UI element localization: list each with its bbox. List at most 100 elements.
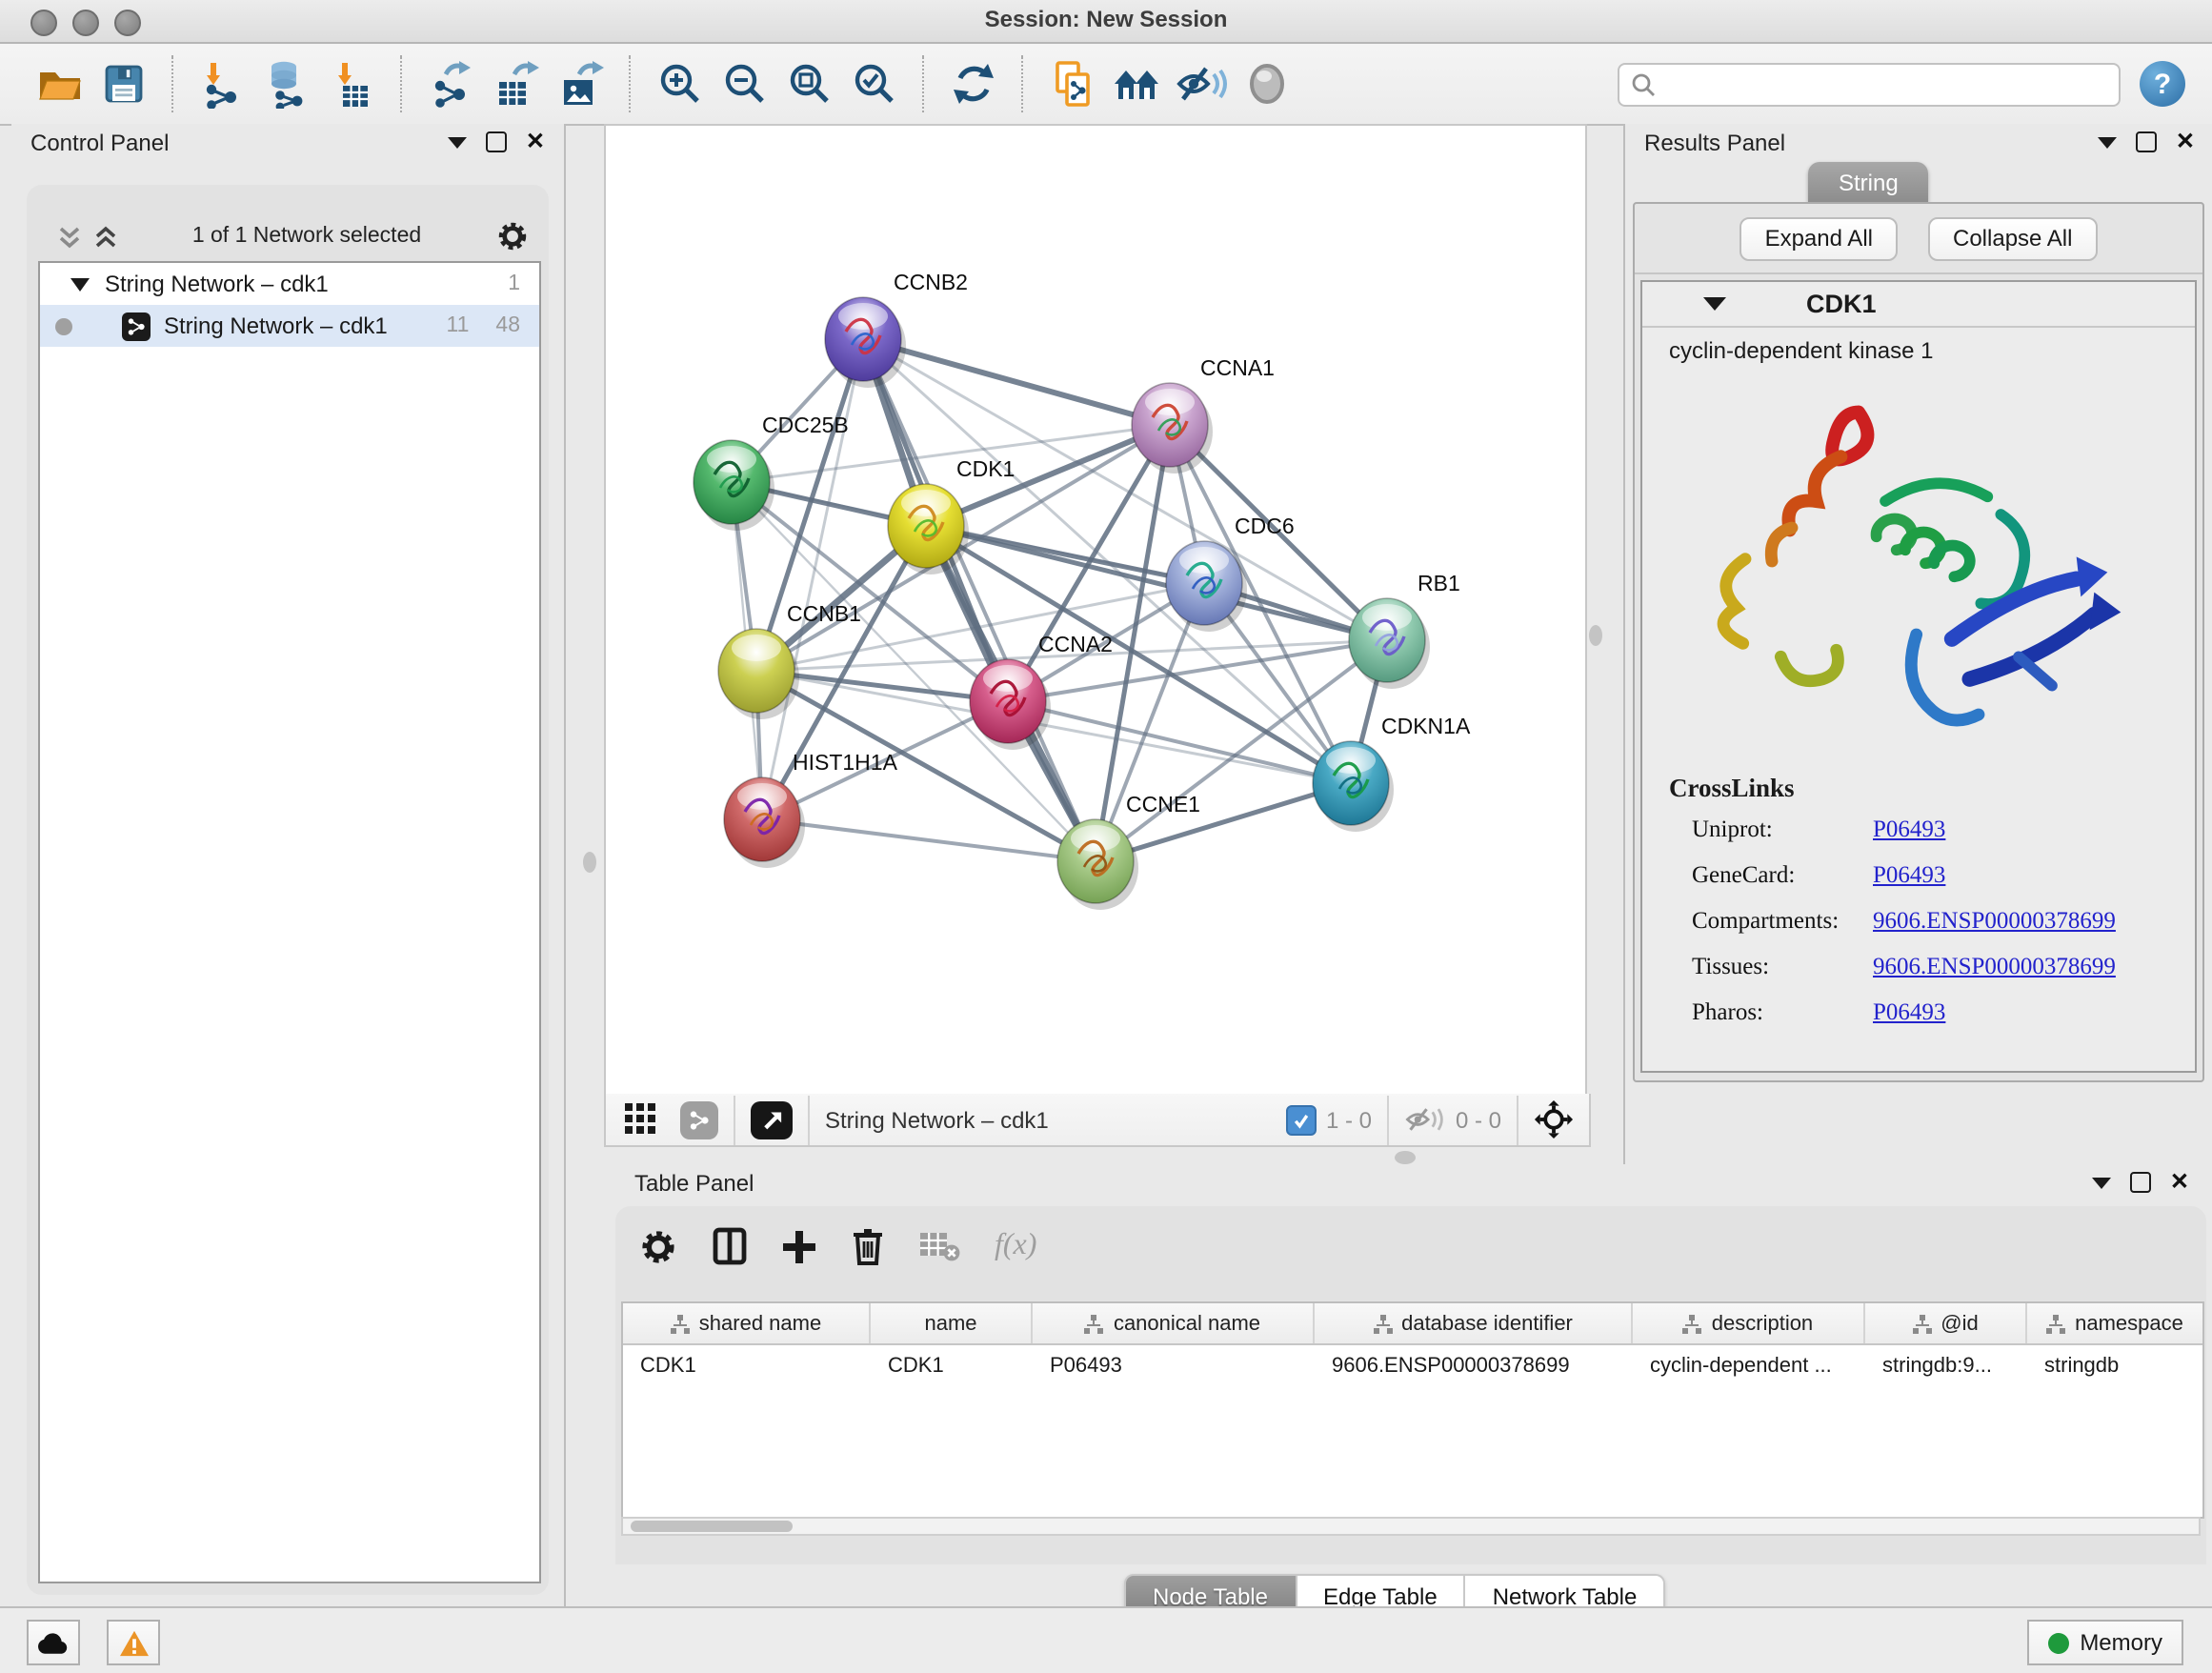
- column-header-namespace[interactable]: namespace: [2027, 1303, 2204, 1343]
- show-all-eye-icon[interactable]: [1240, 55, 1294, 112]
- network-node-CCNE1[interactable]: CCNE1: [1057, 792, 1200, 910]
- network-list-toolbar: 1 of 1 Network selected: [38, 215, 537, 257]
- network-node-HIST1H1A[interactable]: HIST1H1A: [724, 750, 898, 868]
- toolbar-separator: [629, 55, 633, 112]
- network-edge-CCNB2-HIST1H1A[interactable]: [762, 339, 863, 819]
- network-options-gear-icon[interactable]: [495, 219, 530, 253]
- close-panel-icon[interactable]: ✕: [2176, 133, 2195, 151]
- float-panel-icon[interactable]: [2136, 131, 2157, 152]
- protein-section-header[interactable]: CDK1: [1642, 282, 2195, 328]
- save-session-icon[interactable]: [97, 55, 151, 112]
- crosslink-link[interactable]: 9606.ENSP00000378699: [1873, 953, 2116, 981]
- column-header-database-identifier[interactable]: database identifier: [1315, 1303, 1633, 1343]
- delete-table-icon[interactable]: [918, 1229, 960, 1263]
- zoom-selected-icon[interactable]: [848, 55, 901, 112]
- open-in-new-window-icon[interactable]: [751, 1100, 793, 1139]
- pan-crosshair-icon[interactable]: [1534, 1099, 1574, 1139]
- show-columns-icon[interactable]: [713, 1227, 747, 1265]
- import-network-from-file-icon[interactable]: [196, 55, 250, 112]
- crosslink-link[interactable]: P06493: [1873, 998, 1945, 1027]
- delete-column-icon[interactable]: [852, 1227, 884, 1265]
- table-horizontal-scrollbar[interactable]: [621, 1517, 2201, 1536]
- network-edge-HIST1H1A-CCNE1[interactable]: [762, 819, 1096, 861]
- network-collection-row[interactable]: String Network – cdk1 1: [40, 263, 539, 305]
- hide-selected-eye-icon[interactable]: [1176, 55, 1229, 112]
- zoom-in-icon[interactable]: [654, 55, 707, 112]
- table-row[interactable]: CDK1CDK1P064939606.ENSP00000378699cyclin…: [623, 1345, 2202, 1385]
- column-header-canonical-name[interactable]: canonical name: [1033, 1303, 1315, 1343]
- cloud-status-button[interactable]: [27, 1620, 80, 1665]
- close-panel-icon[interactable]: ✕: [2170, 1174, 2189, 1191]
- splitter-handle[interactable]: [1589, 625, 1602, 646]
- table-cell[interactable]: stringdb: [2027, 1354, 2204, 1377]
- collection-name: String Network – cdk1: [105, 271, 508, 297]
- help-icon[interactable]: ?: [2140, 61, 2185, 107]
- collection-expand-icon[interactable]: [70, 277, 90, 291]
- column-header-description[interactable]: description: [1633, 1303, 1865, 1343]
- export-network-icon[interactable]: [425, 55, 478, 112]
- panel-menu-icon[interactable]: [2098, 136, 2117, 148]
- column-header-name[interactable]: name: [871, 1303, 1033, 1343]
- network-node-CCNB2[interactable]: CCNB2: [825, 270, 968, 388]
- table-options-gear-icon[interactable]: [638, 1226, 678, 1266]
- export-image-icon[interactable]: [554, 55, 608, 112]
- crosslink-link[interactable]: 9606.ENSP00000378699: [1873, 907, 2116, 936]
- network-canvas[interactable]: CCNB2CCNA1CDC25BCDK1CDC6RB1CCNB1CCNA2CDK…: [604, 124, 1587, 1098]
- network-node-CDKN1A[interactable]: CDKN1A: [1313, 714, 1471, 832]
- column-header--id[interactable]: @id: [1865, 1303, 2027, 1343]
- crosslink-link[interactable]: P06493: [1873, 861, 1945, 890]
- table-cell[interactable]: P06493: [1033, 1354, 1315, 1377]
- tab-string[interactable]: String: [1808, 162, 1929, 202]
- add-column-icon[interactable]: [781, 1228, 817, 1264]
- crosslink-link[interactable]: P06493: [1873, 816, 1945, 844]
- string-home-icon[interactable]: [1111, 55, 1164, 112]
- collapse-all-icon[interactable]: [57, 224, 82, 249]
- collapse-section-icon[interactable]: [1703, 297, 1726, 311]
- collapse-all-button[interactable]: Collapse All: [1928, 216, 2097, 260]
- memory-button[interactable]: Memory: [2026, 1620, 2183, 1665]
- column-header-shared-name[interactable]: shared name: [623, 1303, 871, 1343]
- shared-column-tree-icon: [1912, 1314, 1931, 1333]
- splitter-handle[interactable]: [1395, 1151, 1416, 1164]
- warnings-button[interactable]: [107, 1620, 160, 1665]
- network-node-RB1[interactable]: RB1: [1349, 571, 1460, 689]
- birdseye-grid-icon[interactable]: [625, 1103, 657, 1136]
- scrollbar-thumb[interactable]: [631, 1521, 793, 1532]
- search-field[interactable]: [1618, 62, 2121, 106]
- table-cell[interactable]: CDK1: [623, 1354, 871, 1377]
- network-node-CCNA1[interactable]: CCNA1: [1132, 355, 1275, 474]
- toolbar-separator: [1517, 1095, 1518, 1144]
- table-cell[interactable]: CDK1: [871, 1354, 1033, 1377]
- selected-checkbox-icon[interactable]: [1286, 1104, 1317, 1135]
- string-network-badge-icon[interactable]: [680, 1100, 718, 1139]
- hidden-eye-icon[interactable]: [1404, 1103, 1446, 1136]
- zoom-fit-content-icon[interactable]: [783, 55, 836, 112]
- refresh-icon[interactable]: [947, 55, 1000, 112]
- panel-menu-icon[interactable]: [2092, 1177, 2111, 1188]
- expand-all-button[interactable]: Expand All: [1740, 216, 1898, 260]
- expand-all-icon[interactable]: [93, 224, 118, 249]
- table-cell[interactable]: 9606.ENSP00000378699: [1315, 1354, 1633, 1377]
- float-panel-icon[interactable]: [486, 131, 507, 152]
- search-input[interactable]: [1663, 71, 2107, 97]
- import-table-from-file-icon[interactable]: [326, 55, 379, 112]
- network-row[interactable]: String Network – cdk1 11 48: [40, 305, 539, 347]
- float-panel-icon[interactable]: [2130, 1172, 2151, 1193]
- network-edge-CCNB2-CCNE1[interactable]: [863, 339, 1096, 861]
- function-builder-icon[interactable]: f(x): [995, 1229, 1036, 1263]
- open-session-icon[interactable]: [32, 55, 86, 112]
- duplicate-network-icon[interactable]: [1046, 55, 1099, 112]
- zoom-out-icon[interactable]: [718, 55, 772, 112]
- table-cell[interactable]: cyclin-dependent ...: [1633, 1354, 1865, 1377]
- table-cell[interactable]: stringdb:9...: [1865, 1354, 2027, 1377]
- node-label-CCNB2: CCNB2: [894, 270, 968, 294]
- export-table-icon[interactable]: [490, 55, 543, 112]
- crosslink-row: GeneCard:P06493: [1669, 861, 2174, 890]
- toolbar-separator: [734, 1095, 735, 1144]
- close-panel-icon[interactable]: ✕: [526, 133, 545, 151]
- import-network-from-database-icon[interactable]: [261, 55, 314, 112]
- application-window: Session: New Session: [0, 0, 2212, 1671]
- splitter-handle[interactable]: [583, 852, 596, 873]
- network-node-CCNB1[interactable]: CCNB1: [718, 601, 861, 719]
- panel-menu-icon[interactable]: [448, 136, 467, 148]
